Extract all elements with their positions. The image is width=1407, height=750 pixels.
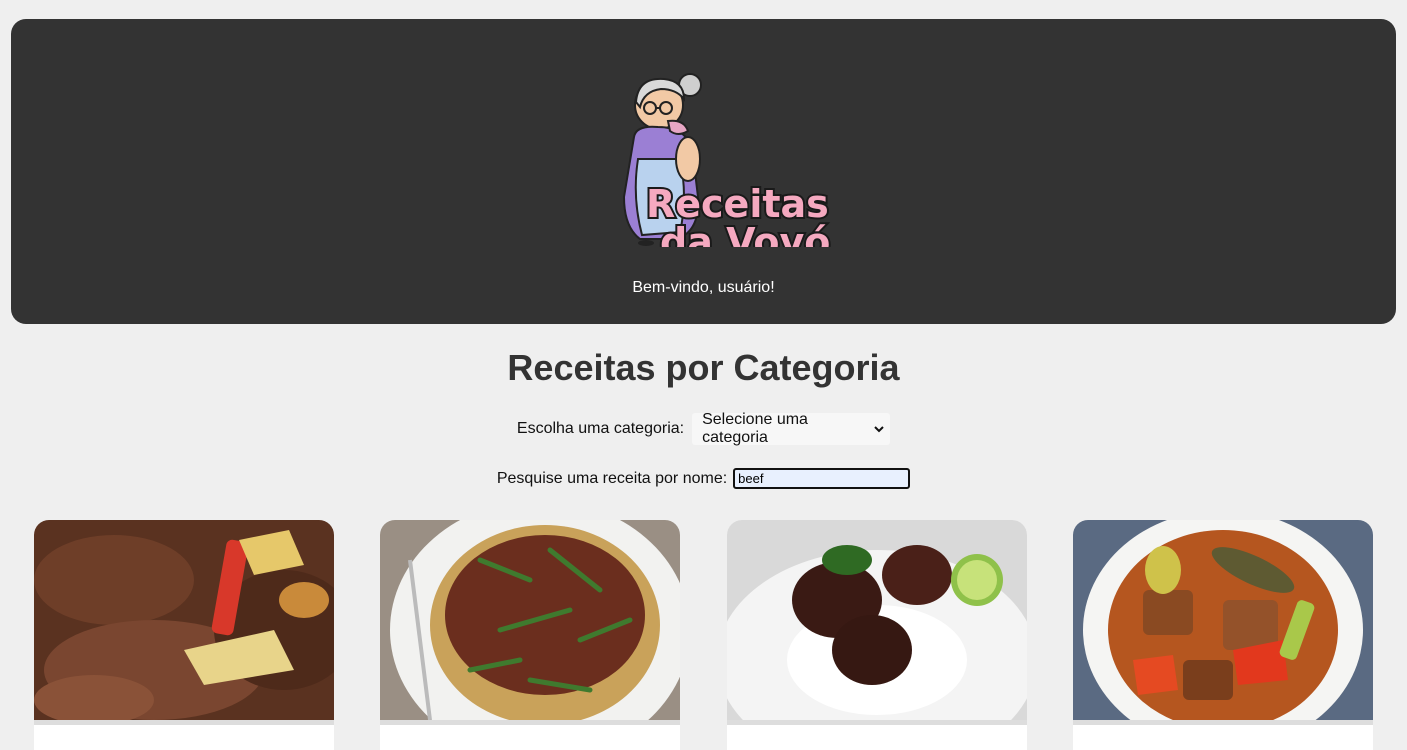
- card-body: [727, 720, 1027, 725]
- card-body: [1073, 720, 1373, 725]
- recipe-card[interactable]: [34, 520, 334, 750]
- site-header: Receitas da Vovó Bem-vindo, usuário!: [11, 19, 1396, 324]
- page-title: Receitas por Categoria: [507, 347, 900, 388]
- category-select[interactable]: Selecione uma categoria: [692, 411, 891, 446]
- welcome-message: Bem-vindo, usuário!: [632, 279, 775, 296]
- recipe-card[interactable]: [1073, 520, 1373, 750]
- search-label: Pesquise uma receita por nome:: [496, 469, 728, 487]
- recipe-image: [380, 520, 680, 720]
- search-filter: Pesquise uma receita por nome:: [0, 468, 1407, 489]
- recipe-image: [727, 520, 1027, 720]
- category-filter: Escolha uma categoria: Selecione uma cat…: [0, 411, 1407, 446]
- search-input[interactable]: [733, 468, 911, 489]
- category-label: Escolha uma categoria:: [516, 420, 685, 437]
- chevron-down-icon: [874, 426, 884, 433]
- recipe-image: [34, 520, 334, 720]
- logo-text-line2: da Vovó: [660, 220, 830, 247]
- receitas-da-vovo-logo[interactable]: Receitas da Vovó: [616, 47, 831, 247]
- card-body: [34, 720, 334, 725]
- recipe-card[interactable]: [380, 520, 680, 750]
- recipe-card[interactable]: [727, 520, 1027, 750]
- category-select-value: Selecione uma categoria: [702, 411, 808, 446]
- card-body: [380, 720, 680, 725]
- recipe-image: [1073, 520, 1373, 720]
